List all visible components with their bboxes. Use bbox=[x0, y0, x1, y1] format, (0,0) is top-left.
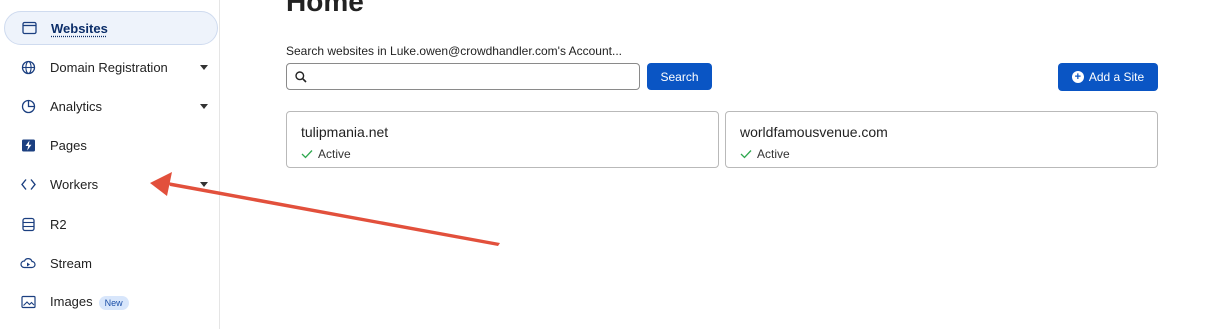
site-status-label: Active bbox=[318, 147, 351, 161]
page-title: Home bbox=[286, 0, 364, 17]
database-icon bbox=[20, 216, 36, 232]
sidebar-item-workers[interactable]: Workers bbox=[4, 167, 218, 201]
sidebar-item-images[interactable]: Images New bbox=[4, 285, 218, 319]
chevron-down-icon[interactable] bbox=[200, 103, 208, 109]
chevron-down-icon[interactable] bbox=[200, 181, 208, 187]
diamond-code-icon bbox=[20, 176, 36, 192]
pie-chart-icon bbox=[20, 98, 36, 114]
sidebar-item-analytics[interactable]: Analytics bbox=[4, 89, 218, 123]
sidebar-item-images-text: Images bbox=[50, 294, 93, 310]
sidebar-item-label: R2 bbox=[50, 216, 67, 232]
image-icon bbox=[20, 294, 36, 310]
globe-icon bbox=[20, 59, 36, 75]
search-button[interactable]: Search bbox=[647, 63, 712, 90]
check-icon bbox=[740, 150, 752, 159]
site-status: Active bbox=[301, 147, 351, 161]
search-field[interactable] bbox=[286, 63, 640, 90]
site-domain[interactable]: tulipmania.net bbox=[301, 124, 388, 140]
sidebar-item-label: Images New bbox=[50, 294, 218, 310]
add-site-label: Add a Site bbox=[1088, 70, 1145, 84]
lightning-bolt-icon bbox=[20, 137, 36, 153]
add-site-button[interactable]: + Add a Site bbox=[1058, 63, 1158, 91]
check-icon bbox=[301, 150, 313, 159]
chevron-down-icon[interactable] bbox=[200, 64, 208, 70]
sidebar-item-label: Websites bbox=[51, 20, 108, 36]
site-status-label: Active bbox=[757, 147, 790, 161]
sidebar-item-domain-registration[interactable]: Domain Registration bbox=[4, 50, 218, 84]
search-icon bbox=[294, 70, 308, 84]
site-domain[interactable]: worldfamousvenue.com bbox=[740, 124, 888, 140]
sidebar-item-label: Workers bbox=[50, 176, 99, 192]
sidebar-item-websites[interactable]: Websites bbox=[4, 11, 218, 45]
browser-window-icon bbox=[21, 20, 37, 36]
sidebar: Websites Domain Registration Analytics P… bbox=[0, 0, 220, 329]
site-card-worldfamousvenue[interactable]: worldfamousvenue.com Active bbox=[725, 111, 1158, 168]
sidebar-item-stream[interactable]: Stream bbox=[4, 246, 218, 280]
search-label: Search websites in Luke.owen@crowdhandle… bbox=[286, 44, 622, 58]
site-status: Active bbox=[740, 147, 790, 161]
plus-circle-icon: + bbox=[1071, 71, 1084, 83]
sidebar-item-r2[interactable]: R2 bbox=[4, 207, 218, 241]
new-badge: New bbox=[98, 295, 129, 310]
sidebar-item-label: Pages bbox=[50, 137, 87, 153]
site-card-tulipmania[interactable]: tulipmania.net Active bbox=[286, 111, 719, 168]
sidebar-item-pages[interactable]: Pages bbox=[4, 128, 218, 162]
sidebar-item-label: Stream bbox=[50, 255, 92, 271]
cloud-play-icon bbox=[20, 255, 36, 271]
sidebar-item-label: Domain Registration bbox=[50, 59, 168, 75]
sidebar-item-label: Analytics bbox=[50, 98, 103, 114]
search-input[interactable] bbox=[312, 64, 639, 89]
